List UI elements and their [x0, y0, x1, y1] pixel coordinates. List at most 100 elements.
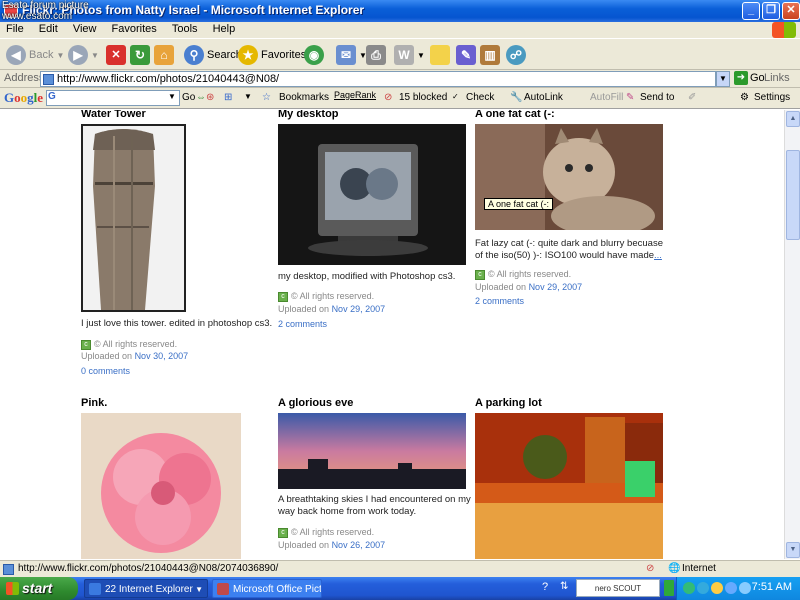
rights-text: © All rights reserved.	[291, 527, 375, 537]
scroll-up-icon[interactable]: ▲	[786, 111, 800, 127]
tray-messenger-icon[interactable]	[725, 582, 737, 594]
favorites-button[interactable]: ★ Favorites	[238, 43, 306, 67]
title-bar[interactable]: Flickr: Photos from Natty Israel - Micro…	[0, 0, 800, 22]
google-search-dropdown-icon[interactable]: ▼	[168, 92, 176, 101]
back-button[interactable]: ◀ Back ▼	[6, 43, 64, 67]
settings-button[interactable]: Settings	[754, 92, 790, 103]
photo-my-desktop[interactable]	[278, 124, 466, 265]
tray-shield-icon[interactable]	[711, 582, 723, 594]
popup-blocked-count[interactable]: 15 blocked	[399, 92, 447, 103]
taskbar-office-picture[interactable]: Microsoft Office Pictu...	[212, 579, 322, 598]
edit-dropdown-icon[interactable]: ▼	[417, 51, 425, 60]
research-button[interactable]: ▥	[480, 43, 500, 67]
photo-title[interactable]: Water Tower	[81, 110, 146, 120]
search-button[interactable]: ⚲ Search	[184, 43, 242, 67]
close-button[interactable]: ✕	[782, 2, 800, 20]
uploaded-label: Uploaded on	[278, 304, 330, 314]
google-search-input[interactable]	[46, 90, 180, 106]
popup-blocked-icon: ⊘	[384, 92, 393, 103]
notes-button[interactable]	[430, 43, 450, 67]
links-button[interactable]: Links	[764, 72, 790, 84]
taskbar-internet-explorer[interactable]: 22 Internet Explorer ▼	[84, 579, 208, 598]
upload-date-link[interactable]: Nov 26, 2007	[332, 540, 386, 550]
menu-edit[interactable]: Edit	[33, 22, 64, 36]
menu-favorites[interactable]: Favorites	[106, 22, 163, 36]
forward-dropdown-icon[interactable]: ▼	[91, 51, 99, 60]
tray-network-icon[interactable]	[683, 582, 695, 594]
more-link[interactable]: ...	[654, 250, 662, 261]
start-button[interactable]: start	[0, 577, 78, 600]
google-options-dropdown-icon[interactable]: ▼	[244, 92, 252, 101]
forward-button[interactable]: ▶ ▼	[68, 43, 99, 67]
license-icon[interactable]: c	[278, 291, 288, 302]
google-logo[interactable]: Google	[4, 90, 43, 106]
nero-go-icon[interactable]	[664, 580, 674, 596]
media-button[interactable]: ◉	[304, 43, 324, 67]
google-popup-icon[interactable]: ⊛	[206, 92, 214, 103]
photo-title[interactable]: A one fat cat (-:	[475, 110, 555, 120]
address-input[interactable]: http://www.flickr.com/photos/21040443@N0…	[40, 71, 716, 87]
status-url: http://www.flickr.com/photos/21040443@N0…	[18, 563, 279, 574]
tray-ie-icon[interactable]	[697, 582, 709, 594]
forward-arrow-icon: ▶	[68, 45, 88, 65]
home-button[interactable]: ⌂	[154, 43, 174, 67]
photo-title[interactable]: Pink.	[81, 397, 107, 409]
check-button[interactable]: Check	[466, 92, 494, 103]
scroll-down-icon[interactable]: ▼	[786, 542, 800, 558]
taskbar-clock[interactable]: 7:51 AM	[752, 581, 792, 593]
upload-date-link[interactable]: Nov 30, 2007	[135, 351, 189, 361]
status-page-icon	[3, 564, 14, 575]
sendto-button[interactable]: Send to	[640, 92, 674, 103]
comments-link[interactable]: 0 comments	[81, 366, 130, 376]
menu-file[interactable]: File	[0, 22, 30, 36]
address-dropdown-icon[interactable]: ▼	[716, 71, 730, 87]
help-icon[interactable]: ?	[542, 581, 548, 593]
quicklaunch-arrows-icon[interactable]: ⇅	[560, 581, 568, 592]
bookmarks-button[interactable]: Bookmarks	[279, 92, 329, 103]
comments-link[interactable]: 2 comments	[278, 319, 327, 329]
messenger-button[interactable]: ✎	[456, 43, 476, 67]
mail-button[interactable]: ✉ ▼	[336, 43, 367, 67]
license-icon[interactable]: c	[81, 339, 91, 350]
vertical-scrollbar[interactable]: ▲ ▼	[784, 110, 800, 559]
autolink-button[interactable]: AutoLink	[524, 92, 563, 103]
minimize-button[interactable]: _	[742, 2, 760, 20]
scroll-thumb[interactable]	[786, 150, 800, 240]
comments-link[interactable]: 2 comments	[475, 296, 524, 306]
nero-scout-search[interactable]: nero SCOUT	[576, 579, 660, 597]
photo-fat-cat[interactable]	[475, 124, 663, 230]
go-button[interactable]: ➜ Go	[734, 71, 765, 85]
edit-button[interactable]: W ▼	[394, 43, 425, 67]
upload-date-link[interactable]: Nov 29, 2007	[529, 282, 583, 292]
google-go-button[interactable]: Go	[182, 92, 195, 103]
pagerank-indicator[interactable]: PageRank	[334, 90, 376, 100]
license-icon[interactable]: c	[278, 527, 288, 538]
photo-title[interactable]: A glorious eve	[278, 397, 353, 409]
google-windows-icon[interactable]: ⊞	[224, 92, 232, 103]
print-button[interactable]: ⎙	[366, 43, 386, 67]
photo-glorious-eve[interactable]	[278, 413, 466, 489]
photo-title[interactable]: A parking lot	[475, 397, 542, 409]
photo-title[interactable]: My desktop	[278, 110, 339, 120]
google-news-icon[interactable]: ⇔	[196, 92, 206, 103]
photo-water-tower[interactable]	[81, 124, 186, 312]
menu-tools[interactable]: Tools	[166, 22, 204, 36]
upload-date-link[interactable]: Nov 29, 2007	[332, 304, 386, 314]
menu-view[interactable]: View	[67, 22, 103, 36]
description-text: Fat lazy cat (-: quite dark and blurry b…	[475, 238, 663, 261]
photo-parking-lot[interactable]	[475, 413, 663, 559]
tray-volume-icon[interactable]	[739, 582, 751, 594]
back-dropdown-icon[interactable]: ▼	[56, 51, 64, 60]
photo-description: A breathtaking skies I had encountered o…	[278, 494, 471, 517]
photo-pink-flower[interactable]	[81, 413, 241, 559]
stop-button[interactable]: ✕	[106, 43, 126, 67]
autolink-icon: 🔧	[510, 92, 523, 103]
maximize-button[interactable]: ❐	[762, 2, 780, 20]
autofill-button[interactable]: AutoFill	[590, 92, 623, 103]
refresh-button[interactable]: ↻	[130, 43, 150, 67]
license-icon[interactable]: c	[475, 269, 485, 280]
menu-help[interactable]: Help	[207, 22, 242, 36]
discuss-button[interactable]: ☍	[506, 43, 526, 67]
internet-zone-icon: 🌐	[668, 563, 681, 574]
highlight-icon[interactable]: ✐	[688, 92, 696, 103]
